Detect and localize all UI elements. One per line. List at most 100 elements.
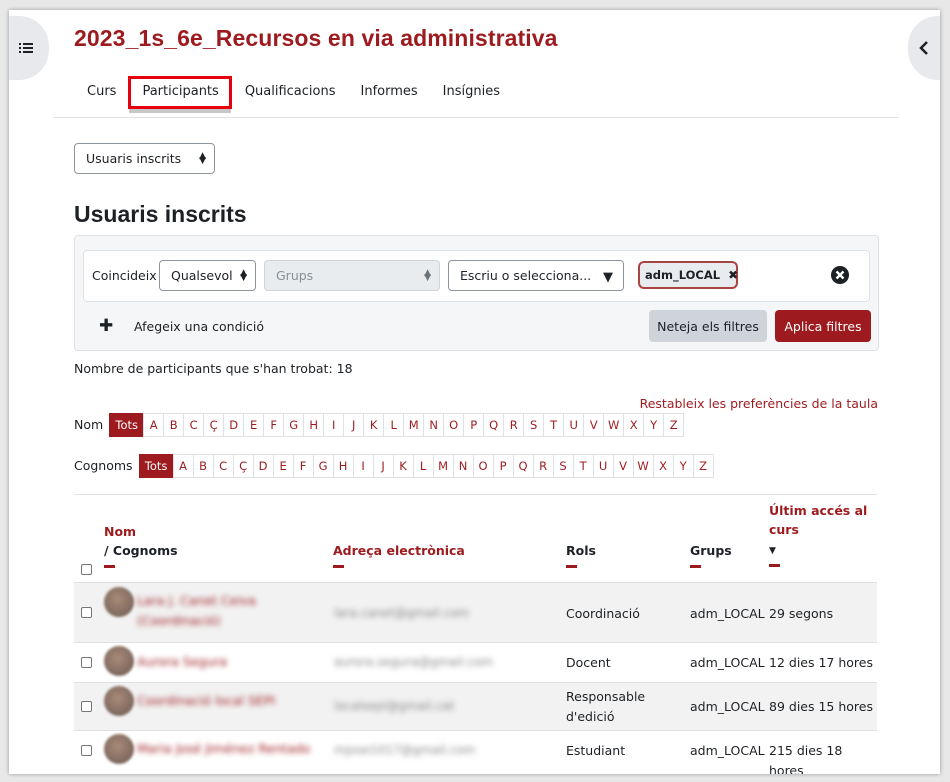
first-initial-Y[interactable]: Y (643, 413, 665, 437)
avatar (104, 734, 134, 764)
last-initial-Ç[interactable]: Ç (232, 454, 254, 478)
sort-email-link[interactable]: Adreça electrònica (333, 543, 465, 558)
tab-badges[interactable]: Insígnies (430, 76, 512, 109)
row-checkbox[interactable] (81, 657, 92, 668)
last-initial-D[interactable]: D (252, 454, 274, 478)
tab-course[interactable]: Curs (74, 76, 128, 109)
first-initial-V[interactable]: V (583, 413, 605, 437)
tab-participants[interactable]: Participants (128, 76, 232, 109)
tabs-divider (53, 117, 899, 118)
sort-surname-link[interactable]: / Cognoms (104, 543, 178, 558)
remove-row-icon[interactable] (831, 266, 849, 284)
last-initial-P[interactable]: P (492, 454, 514, 478)
first-initial-T[interactable]: T (543, 413, 565, 437)
updown-caret-icon: ▲ ▼ (424, 267, 431, 283)
first-initial-N[interactable]: N (423, 413, 445, 437)
view-select[interactable]: Usuaris inscrits ▲ ▼ (74, 143, 215, 174)
row-checkbox[interactable] (81, 607, 92, 618)
row-checkbox[interactable] (81, 745, 92, 756)
initial-all-last[interactable]: Tots (138, 454, 174, 478)
select-all-checkbox[interactable] (81, 564, 92, 575)
course-index-toggle[interactable] (9, 16, 49, 80)
first-initial-C[interactable]: C (183, 413, 205, 437)
last-initial-C[interactable]: C (212, 454, 234, 478)
plus-icon[interactable]: ✚ (99, 316, 113, 336)
first-initial-Z[interactable]: Z (663, 413, 685, 437)
last-initial-K[interactable]: K (392, 454, 414, 478)
last-initial-R[interactable]: R (532, 454, 554, 478)
first-initial-Ç[interactable]: Ç (203, 413, 225, 437)
participant-name-link[interactable]: Aurora Segura (137, 652, 227, 672)
tab-grades[interactable]: Qualificacions (232, 76, 348, 109)
participant-name-link[interactable]: Lara J. Canet Ceiva (Coordinació) (137, 591, 297, 631)
first-initial-W[interactable]: W (603, 413, 625, 437)
first-initial-O[interactable]: O (443, 413, 465, 437)
first-initial-Q[interactable]: Q (483, 413, 505, 437)
first-initial-R[interactable]: R (503, 413, 525, 437)
clear-filters-button[interactable]: Neteja els filtres (649, 310, 767, 342)
first-initial-B[interactable]: B (163, 413, 185, 437)
table-top-border (74, 494, 877, 495)
first-initial-D[interactable]: D (223, 413, 245, 437)
first-initial-F[interactable]: F (263, 413, 285, 437)
add-condition-link[interactable]: Afegeix una condició (134, 319, 264, 334)
collapse-column-icon[interactable] (104, 565, 115, 568)
first-initial-M[interactable]: M (403, 413, 425, 437)
first-initial-S[interactable]: S (523, 413, 545, 437)
collapse-column-icon[interactable] (690, 565, 701, 568)
collapse-column-icon[interactable] (333, 565, 344, 568)
first-initial-J[interactable]: J (343, 413, 365, 437)
last-name-initials-label: Cognoms (74, 458, 133, 473)
last-initial-G[interactable]: G (312, 454, 334, 478)
tab-reports[interactable]: Informes (348, 76, 430, 109)
last-initial-U[interactable]: U (592, 454, 614, 478)
participant-group: adm_LOCAL (690, 606, 765, 621)
last-initial-Z[interactable]: Z (692, 454, 714, 478)
last-initial-S[interactable]: S (552, 454, 574, 478)
last-initial-J[interactable]: J (372, 454, 394, 478)
collapse-column-icon[interactable] (566, 565, 577, 568)
initial-all-first[interactable]: Tots (109, 413, 145, 437)
last-initial-T[interactable]: T (572, 454, 594, 478)
first-initial-A[interactable]: A (143, 413, 165, 437)
reset-table-preferences-link[interactable]: Restableix les preferències de la taula (640, 396, 878, 411)
first-initial-I[interactable]: I (323, 413, 345, 437)
row-checkbox[interactable] (81, 701, 92, 712)
remove-x-icon[interactable]: ✖ (728, 268, 738, 282)
last-initial-O[interactable]: O (472, 454, 494, 478)
last-initial-Y[interactable]: Y (672, 454, 694, 478)
first-initial-U[interactable]: U (563, 413, 585, 437)
collapse-column-icon[interactable] (769, 564, 780, 567)
first-initial-H[interactable]: H (303, 413, 325, 437)
last-initial-L[interactable]: L (412, 454, 434, 478)
last-initial-N[interactable]: N (452, 454, 474, 478)
last-initial-M[interactable]: M (432, 454, 454, 478)
match-select[interactable]: Qualsevol ▲ ▼ (159, 260, 256, 291)
first-initial-L[interactable]: L (383, 413, 405, 437)
participant-name-link[interactable]: Maria José Jiménez Rentado (137, 739, 310, 759)
filter-value-input[interactable]: Escriu o selecciona... ▼ (448, 260, 624, 291)
last-initial-F[interactable]: F (292, 454, 314, 478)
last-initial-H[interactable]: H (332, 454, 354, 478)
first-initial-E[interactable]: E (243, 413, 265, 437)
selected-filter-pill[interactable]: adm_LOCAL ✖ (638, 261, 738, 289)
participant-name-link[interactable]: Coordinació local SEPI (137, 691, 275, 711)
last-initial-V[interactable]: V (612, 454, 634, 478)
sort-last-access-link[interactable]: Últim accés al curs (769, 503, 867, 537)
first-initial-P[interactable]: P (463, 413, 485, 437)
last-initial-I[interactable]: I (352, 454, 374, 478)
apply-filters-button[interactable]: Aplica filtres (775, 310, 871, 342)
first-initial-G[interactable]: G (283, 413, 305, 437)
last-initial-B[interactable]: B (192, 454, 214, 478)
first-initial-K[interactable]: K (363, 413, 385, 437)
last-initial-A[interactable]: A (172, 454, 194, 478)
last-initial-X[interactable]: X (652, 454, 674, 478)
sort-first-name-link[interactable]: Nom (104, 524, 136, 539)
last-initial-E[interactable]: E (272, 454, 294, 478)
block-drawer-toggle[interactable] (908, 16, 940, 80)
first-initial-X[interactable]: X (623, 413, 645, 437)
last-initial-W[interactable]: W (632, 454, 654, 478)
participant-email: localsepi@gmail.cat (334, 699, 455, 713)
last-initial-Q[interactable]: Q (512, 454, 534, 478)
filter-type-select[interactable]: Grups ▲ ▼ (264, 260, 440, 291)
